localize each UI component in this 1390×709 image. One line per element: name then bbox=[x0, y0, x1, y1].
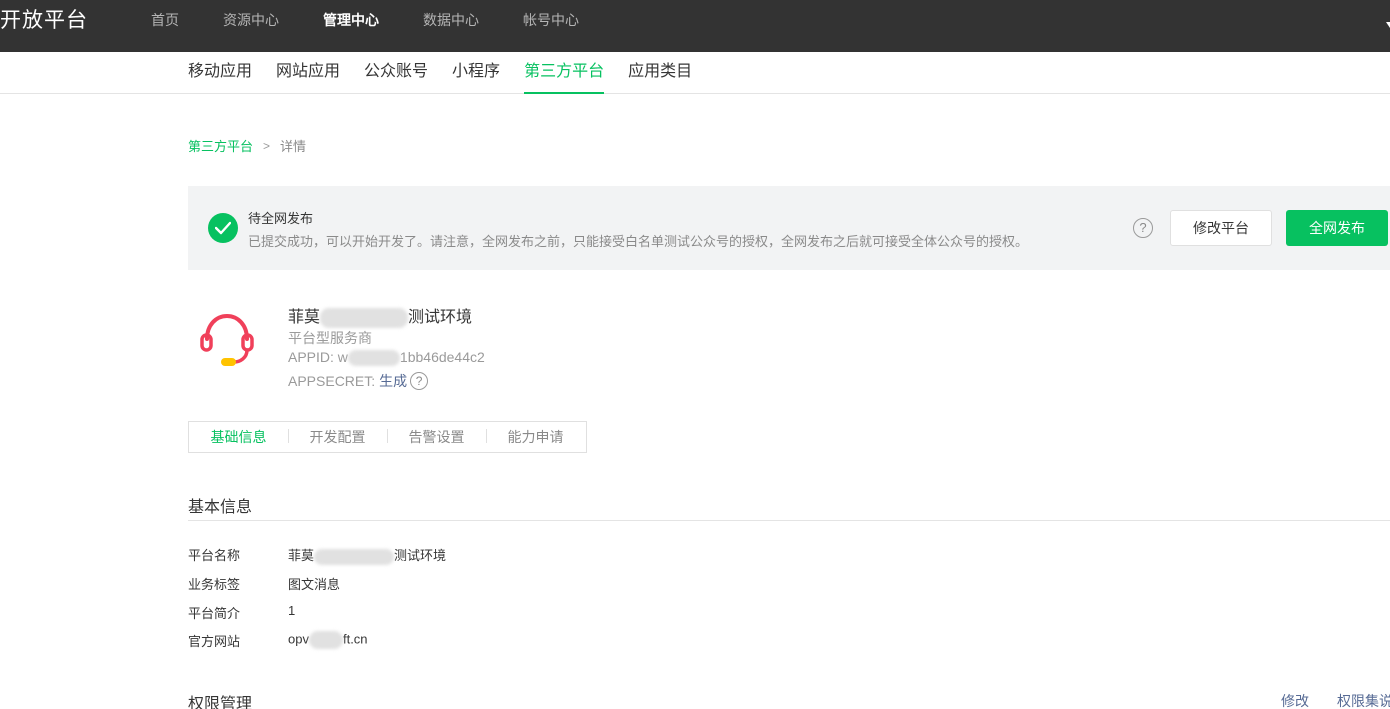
platform-logo-headset-icon bbox=[194, 306, 260, 372]
basic-info-title: 基本信息 bbox=[188, 499, 253, 516]
breadcrumb: 第三方平台 > 详情 bbox=[188, 136, 306, 155]
status-banner: 待全网发布 已提交成功，可以开始开发了。请注意，全网发布之前，只能接受白名单测试… bbox=[188, 186, 1390, 270]
tab-mini-program[interactable]: 小程序 bbox=[452, 52, 500, 94]
top-nav-data-center[interactable]: 数据中心 bbox=[423, 10, 479, 30]
top-nav-resource-center[interactable]: 资源中心 bbox=[223, 10, 279, 30]
redacted-blur bbox=[308, 631, 343, 649]
tab-dev-config[interactable]: 开发配置 bbox=[288, 427, 387, 447]
breadcrumb-parent-link[interactable]: 第三方平台 bbox=[188, 136, 253, 155]
tab-third-party-platform[interactable]: 第三方平台 bbox=[524, 52, 605, 94]
tab-website-app[interactable]: 网站应用 bbox=[276, 52, 340, 94]
modify-platform-button[interactable]: 修改平台 bbox=[1170, 210, 1272, 246]
breadcrumb-current: 详情 bbox=[280, 139, 307, 154]
top-nav-home[interactable]: 首页 bbox=[151, 10, 179, 30]
tab-mobile-app[interactable]: 移动应用 bbox=[188, 52, 252, 94]
platform-appid: APPID: w 1bb46de44c2 bbox=[288, 349, 485, 367]
redacted-blur bbox=[347, 350, 400, 367]
tab-alert-settings[interactable]: 告警设置 bbox=[387, 427, 486, 447]
permission-actions: 修改 权限集说 bbox=[1281, 691, 1390, 709]
publish-all-button[interactable]: 全网发布 bbox=[1286, 210, 1388, 246]
redacted-blur bbox=[320, 307, 409, 328]
permission-set-link[interactable]: 权限集说 bbox=[1337, 693, 1390, 709]
sub-navigation: 移动应用 网站应用 公众账号 小程序 第三方平台 应用类目 bbox=[0, 52, 1390, 94]
breadcrumb-separator-icon: > bbox=[263, 138, 271, 153]
platform-appsecret: APPSECRET: 生成 ? bbox=[288, 371, 429, 391]
info-row-platform-intro: 平台简介 1 bbox=[188, 603, 296, 621]
status-description: 已提交成功，可以开始开发了。请注意，全网发布之前，只能接受白名单测试公众号的授权… bbox=[248, 234, 1029, 249]
brand-title[interactable]: 开放平台 bbox=[0, 4, 88, 34]
platform-name: 菲莫 测试环境 bbox=[288, 307, 473, 328]
permission-management-title: 权限管理 bbox=[188, 696, 253, 709]
status-title: 待全网发布 bbox=[248, 211, 314, 226]
modify-permissions-link[interactable]: 修改 bbox=[1281, 693, 1309, 709]
help-icon[interactable]: ? bbox=[1133, 218, 1153, 238]
top-nav-management-center[interactable]: 管理中心 bbox=[323, 10, 379, 30]
account-dropdown-icon[interactable] bbox=[1386, 22, 1390, 28]
info-row-official-website: 官方网站 opv ft.cn bbox=[188, 631, 368, 649]
top-navigation-bar: 开放平台 首页 资源中心 管理中心 数据中心 帐号中心 bbox=[0, 0, 1390, 52]
info-row-business-tag: 业务标签 图文消息 bbox=[188, 577, 341, 592]
tab-official-account[interactable]: 公众账号 bbox=[364, 52, 428, 94]
success-check-icon bbox=[208, 213, 238, 243]
top-nav-account-center[interactable]: 帐号中心 bbox=[523, 10, 579, 30]
generate-appsecret-link[interactable]: 生成 bbox=[379, 371, 407, 391]
platform-type: 平台型服务商 bbox=[288, 330, 372, 346]
section-divider bbox=[188, 520, 1390, 521]
tab-capability-apply[interactable]: 能力申请 bbox=[486, 427, 585, 447]
redacted-blur bbox=[314, 548, 395, 565]
appsecret-help-icon[interactable]: ? bbox=[410, 372, 429, 390]
info-row-platform-name: 平台名称 菲莫 测试环境 bbox=[188, 548, 447, 565]
detail-segment-tabs: 基础信息 开发配置 告警设置 能力申请 bbox=[188, 421, 587, 453]
tab-basic-info[interactable]: 基础信息 bbox=[189, 427, 288, 447]
top-nav: 首页 资源中心 管理中心 数据中心 帐号中心 bbox=[151, 0, 623, 40]
tab-app-category[interactable]: 应用类目 bbox=[628, 52, 692, 94]
